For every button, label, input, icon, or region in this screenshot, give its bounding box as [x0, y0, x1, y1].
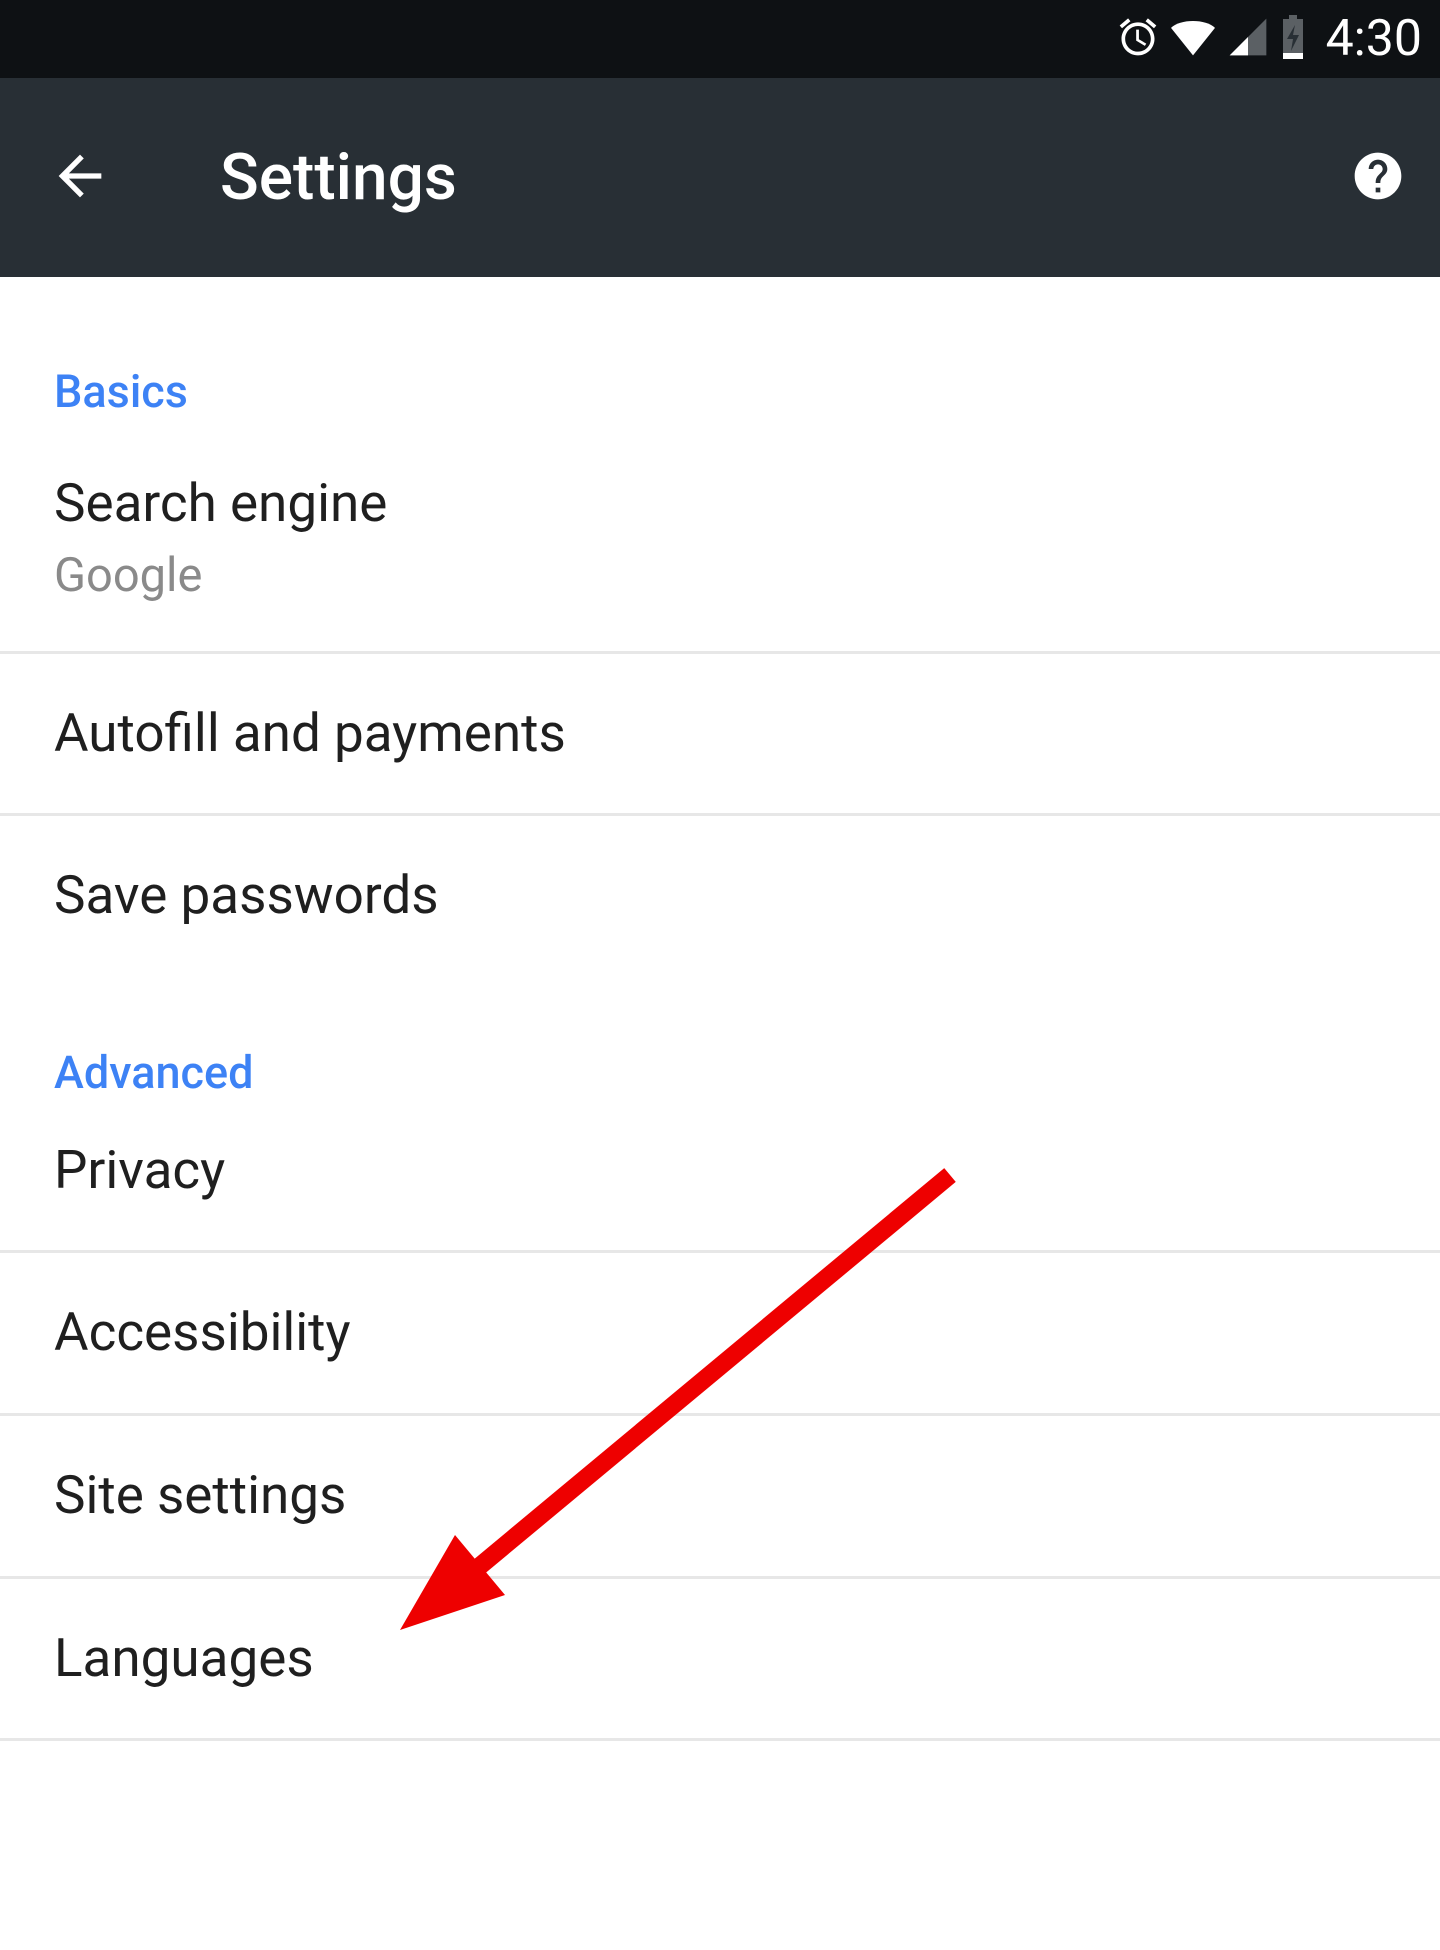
section-header-advanced: Advanced — [0, 976, 1440, 1119]
item-title: Languages — [54, 1627, 1386, 1691]
cellular-signal-icon — [1226, 15, 1270, 63]
battery-icon — [1278, 13, 1308, 65]
status-time: 4:30 — [1326, 10, 1422, 68]
item-title: Site settings — [54, 1464, 1386, 1528]
wifi-icon — [1168, 15, 1218, 63]
page-title: Settings — [220, 140, 1350, 215]
section-header-basics: Basics — [0, 277, 1440, 452]
back-button[interactable] — [48, 144, 112, 212]
settings-item-autofill[interactable]: Autofill and payments — [0, 654, 1440, 817]
status-bar: 4:30 — [0, 0, 1440, 78]
settings-item-accessibility[interactable]: Accessibility — [0, 1253, 1440, 1416]
settings-content: Basics Search engine Google Autofill and… — [0, 277, 1440, 1741]
item-title: Save passwords — [54, 864, 1386, 928]
item-title: Privacy — [54, 1139, 1386, 1203]
item-title: Search engine — [54, 472, 1386, 536]
settings-item-languages[interactable]: Languages — [0, 1579, 1440, 1742]
status-icons — [1116, 13, 1308, 65]
settings-item-site-settings[interactable]: Site settings — [0, 1416, 1440, 1579]
app-bar: Settings — [0, 78, 1440, 277]
item-title: Accessibility — [54, 1301, 1386, 1365]
alarm-icon — [1116, 15, 1160, 63]
settings-item-save-passwords[interactable]: Save passwords — [0, 816, 1440, 976]
item-subtitle: Google — [54, 548, 1386, 603]
help-button[interactable] — [1350, 148, 1406, 208]
help-icon — [1350, 148, 1406, 208]
settings-item-privacy[interactable]: Privacy — [0, 1119, 1440, 1254]
arrow-back-icon — [48, 144, 112, 212]
item-title: Autofill and payments — [54, 702, 1386, 766]
settings-item-search-engine[interactable]: Search engine Google — [0, 452, 1440, 654]
